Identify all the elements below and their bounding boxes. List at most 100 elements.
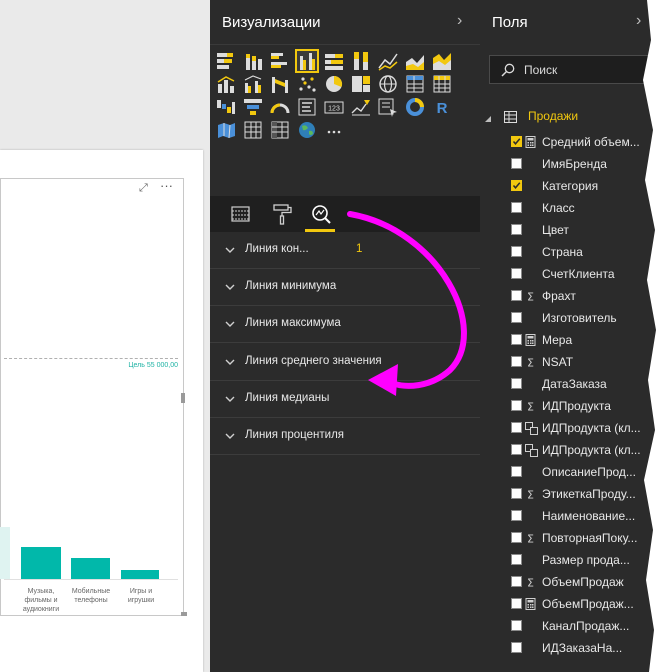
resize-handle-right[interactable] [181,393,185,403]
table-node[interactable]: Продажи [480,105,659,127]
line-chart-icon[interactable] [377,50,399,72]
stacked-area-chart-icon[interactable] [431,50,453,72]
format-tab-icon[interactable] [265,196,297,232]
collapse-pane-icon[interactable]: › [636,12,650,30]
field-item[interactable]: Σ Фрахт [480,285,659,307]
chart-bar[interactable] [71,558,110,579]
focus-mode-icon[interactable]: ⤢ [139,182,151,194]
card-icon[interactable]: 123 [323,96,345,118]
field-item[interactable]: ДатаЗаказа [480,373,659,395]
field-item[interactable]: Наименование... [480,505,659,527]
field-item[interactable]: ИмяБренда [480,153,659,175]
table-icon[interactable] [404,73,426,95]
field-item[interactable]: Страна [480,241,659,263]
field-checkbox[interactable] [511,444,522,455]
field-item[interactable]: Мера [480,329,659,351]
field-item[interactable]: ИДЗаказаНа... [480,637,659,659]
field-item[interactable]: ОписаниеПрод... [480,461,659,483]
field-checkbox[interactable] [511,378,522,389]
field-checkbox[interactable] [511,510,522,521]
analytics-line-section[interactable]: Линия максимума [210,306,480,344]
field-checkbox[interactable] [511,554,522,565]
field-checkbox[interactable] [511,334,522,345]
field-checkbox[interactable] [511,202,522,213]
expanded-triangle-icon[interactable] [483,111,493,122]
field-item[interactable]: Σ ИДПродукта [480,395,659,417]
field-item[interactable]: ИДПродукта (кл... [480,439,659,461]
matrix-icon[interactable] [431,73,453,95]
field-item[interactable]: ИДПродукта (кл... [480,417,659,439]
analytics-tab-icon[interactable] [305,196,337,232]
stacked-bar-chart-icon[interactable] [215,50,237,72]
more-visuals-icon[interactable] [323,119,345,141]
field-checkbox[interactable] [511,488,522,499]
search-input[interactable] [524,62,644,78]
line-and-clustered-column-chart-icon[interactable] [242,73,264,95]
map-icon[interactable] [377,73,399,95]
field-checkbox[interactable] [511,268,522,279]
collapse-pane-icon[interactable]: › [457,12,471,30]
analytics-line-section[interactable]: Линия среднего значения [210,344,480,381]
analytics-line-section[interactable]: Линия медианы [210,381,480,418]
funnel-chart-icon[interactable] [242,96,264,118]
analytics-line-section[interactable]: Линия процентиля [210,418,480,455]
chevron-down-icon[interactable] [224,355,236,367]
field-checkbox[interactable] [511,290,522,301]
clustered-column-chart-icon[interactable] [295,49,319,73]
field-item[interactable]: Средний объем... [480,131,659,153]
kpi-icon[interactable] [350,96,372,118]
field-item[interactable]: СчетКлиента [480,263,659,285]
field-checkbox[interactable] [511,356,522,367]
field-checkbox[interactable] [511,224,522,235]
waterfall-chart-icon[interactable] [215,96,237,118]
filled-map-icon[interactable] [215,119,237,141]
field-item[interactable]: Цвет [480,219,659,241]
field-item[interactable]: КаналПродаж... [480,615,659,637]
field-item[interactable]: Σ ЭтикеткаПроду... [480,483,659,505]
matrix-visual-icon[interactable] [269,119,291,141]
more-options-icon[interactable]: ··· [160,179,176,193]
slicer-icon[interactable] [377,96,399,118]
field-checkbox[interactable] [511,532,522,543]
field-checkbox[interactable] [511,422,522,433]
resize-handle-corner[interactable] [181,612,187,616]
field-item[interactable]: Σ ОбъемПродаж [480,571,659,593]
field-checkbox[interactable] [511,620,522,631]
chevron-down-icon[interactable] [224,280,236,292]
field-checkbox[interactable] [511,466,522,477]
area-chart-icon[interactable] [404,50,426,72]
field-checkbox[interactable] [511,158,522,169]
table-visual-icon[interactable] [242,119,264,141]
analytics-line-section[interactable]: Линия кон... 1 [210,232,480,269]
line-and-stacked-column-chart-icon[interactable] [215,73,237,95]
chevron-down-icon[interactable] [224,317,236,329]
pie-chart-icon[interactable] [323,73,345,95]
analytics-line-section[interactable]: Линия минимума [210,269,480,307]
field-checkbox[interactable] [511,246,522,257]
r-script-visual-icon[interactable]: R [431,96,453,118]
field-item[interactable]: Изготовитель [480,307,659,329]
chevron-down-icon[interactable] [224,392,236,404]
field-checkbox[interactable] [511,642,522,653]
field-checkbox[interactable] [511,180,522,191]
fields-tab-icon[interactable] [224,196,256,232]
100-stacked-column-chart-icon[interactable] [350,50,372,72]
chevron-down-icon[interactable] [224,429,236,441]
field-checkbox[interactable] [511,400,522,411]
chevron-down-icon[interactable] [224,243,236,255]
chart-bar[interactable] [0,527,10,579]
scatter-chart-icon[interactable] [296,73,318,95]
field-checkbox[interactable] [511,136,522,147]
donut-chart-icon[interactable] [404,96,426,118]
chart-bar[interactable] [121,570,159,579]
search-box[interactable] [489,55,654,84]
field-checkbox[interactable] [511,312,522,323]
multi-row-card-icon[interactable] [296,96,318,118]
field-item[interactable]: ОбъемПродаж... [480,593,659,615]
field-item[interactable]: Размер прода... [480,549,659,571]
field-item[interactable]: Класс [480,197,659,219]
field-checkbox[interactable] [511,598,522,609]
chart-bar[interactable] [21,547,61,579]
field-item[interactable]: Σ ПовторнаяПоку... [480,527,659,549]
clustered-bar-chart-icon[interactable] [269,50,291,72]
